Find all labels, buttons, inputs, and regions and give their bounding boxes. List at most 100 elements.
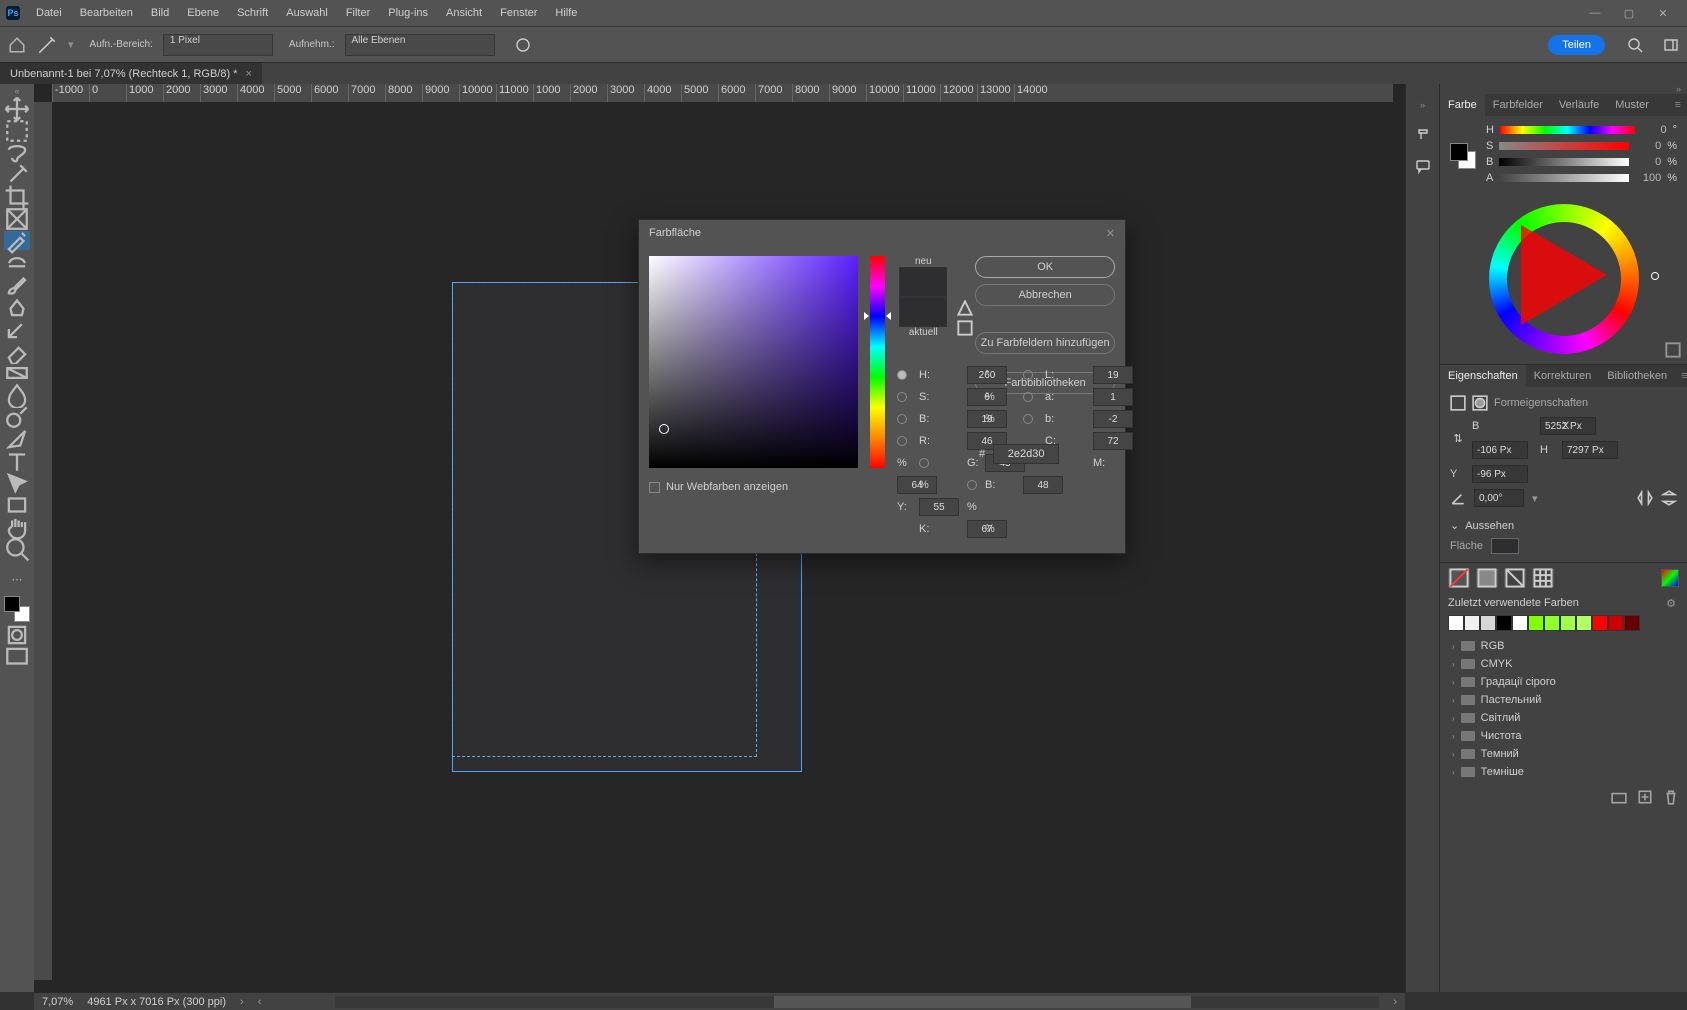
quick-mask-icon[interactable] (4, 625, 30, 644)
chevron-down-icon[interactable]: ⌄ (1450, 519, 1459, 532)
g-radio[interactable] (919, 458, 929, 468)
fill-color-swatch[interactable] (1491, 538, 1519, 554)
home-icon[interactable] (8, 36, 26, 54)
recent-swatch[interactable] (1512, 615, 1528, 631)
tab-korrekturen[interactable]: Korrekturen (1526, 365, 1599, 387)
menu-fenster[interactable]: Fenster (492, 3, 545, 23)
link-wh-icon[interactable]: ⇅ (1450, 430, 1466, 446)
angle-input[interactable] (1474, 489, 1524, 507)
docinfo-chevron-icon[interactable]: › (240, 996, 244, 1008)
menu-plugins[interactable]: Plug-ins (380, 3, 436, 23)
hand-tool-icon[interactable] (4, 517, 30, 536)
recent-swatch[interactable] (1480, 615, 1496, 631)
recent-swatch[interactable] (1496, 615, 1512, 631)
eyedropper-tool-icon[interactable] (4, 231, 30, 250)
brush-tool-icon[interactable] (4, 275, 30, 294)
window-minimize-icon[interactable]: — (1587, 5, 1603, 21)
menu-hilfe[interactable]: Hilfe (547, 3, 585, 23)
trash-icon[interactable] (1663, 789, 1679, 805)
hue-slider[interactable] (870, 256, 886, 468)
cancel-button[interactable]: Abbrechen (975, 284, 1115, 306)
marquee-tool-icon[interactable] (4, 121, 30, 140)
recent-swatch[interactable] (1544, 615, 1560, 631)
zoom-level[interactable]: 7,07% (42, 996, 73, 1008)
bb-input[interactable] (1023, 476, 1063, 494)
ok-button[interactable]: OK (975, 256, 1115, 278)
menu-datei[interactable]: Datei (28, 3, 70, 23)
menu-bild[interactable]: Bild (143, 3, 177, 23)
flip-h-icon[interactable] (1637, 490, 1653, 506)
frame-tool-icon[interactable] (4, 209, 30, 228)
menu-schrift[interactable]: Schrift (229, 3, 276, 23)
path-select-tool-icon[interactable] (4, 473, 30, 492)
c-input[interactable] (1093, 432, 1133, 450)
swatch-folder-item[interactable]: ›Чистота (1448, 727, 1679, 745)
saturation-value-field[interactable] (649, 256, 858, 468)
dodge-tool-icon[interactable] (4, 407, 30, 426)
h-slider[interactable] (1500, 126, 1635, 134)
a-input[interactable] (1093, 388, 1133, 406)
recent-swatch[interactable] (1624, 615, 1640, 631)
window-close-icon[interactable]: ✕ (1655, 5, 1671, 21)
l-radio[interactable] (1023, 370, 1033, 380)
recent-swatch[interactable] (1560, 615, 1576, 631)
color-picker-button-icon[interactable] (1661, 569, 1679, 587)
window-maximize-icon[interactable]: ▢ (1621, 5, 1637, 21)
h-radio[interactable] (897, 370, 907, 380)
gamut-warning-icon[interactable] (957, 300, 973, 316)
zoom-tool-icon[interactable] (4, 539, 30, 558)
new-swatch-icon[interactable] (1637, 789, 1653, 805)
current-tool-icon[interactable] (36, 34, 58, 56)
swatch-folder-item[interactable]: ›Світлий (1448, 709, 1679, 727)
fill-solid-icon[interactable] (1476, 569, 1498, 587)
fill-pattern-icon[interactable] (1532, 569, 1554, 587)
gear-icon[interactable]: ⚙ (1663, 595, 1679, 611)
rectangle-tool-icon[interactable] (4, 495, 30, 514)
flip-v-icon[interactable] (1661, 490, 1677, 506)
fill-none-icon[interactable] (1448, 569, 1470, 587)
sample-layers-dropdown[interactable]: Alle Ebenen (345, 34, 495, 56)
menu-filter[interactable]: Filter (338, 3, 378, 23)
l-input[interactable] (1093, 366, 1133, 384)
b-input[interactable] (1093, 410, 1133, 428)
tab-muster[interactable]: Muster (1607, 94, 1657, 116)
pen-tool-icon[interactable] (4, 429, 30, 448)
web-colors-checkbox[interactable] (649, 482, 660, 493)
search-icon[interactable] (1627, 37, 1643, 53)
move-tool-icon[interactable] (4, 99, 30, 118)
comments-icon[interactable] (1415, 158, 1431, 174)
recent-swatch[interactable] (1448, 615, 1464, 631)
color-wheel[interactable] (1440, 194, 1687, 364)
tab-bibliotheken[interactable]: Bibliotheken (1599, 365, 1675, 387)
recent-swatch[interactable] (1592, 615, 1608, 631)
tab-verlaeufe[interactable]: Verläufe (1551, 94, 1607, 116)
shape-pixel-icon[interactable] (1450, 395, 1466, 411)
panel-menu-icon[interactable]: ≡ (1669, 99, 1687, 111)
s-radio[interactable] (897, 392, 907, 402)
gradient-tool-icon[interactable] (4, 363, 30, 382)
ruler-vertical[interactable] (34, 102, 52, 980)
history-brush-tool-icon[interactable] (4, 319, 30, 338)
tab-eigenschaften[interactable]: Eigenschaften (1440, 365, 1526, 387)
hex-input[interactable] (993, 444, 1059, 464)
b-slider[interactable] (1499, 158, 1629, 166)
websafe-warning-icon[interactable] (957, 320, 973, 336)
panel-menu-icon[interactable]: ≡ (1675, 370, 1687, 382)
menu-ebene[interactable]: Ebene (179, 3, 227, 23)
tab-farbfelder[interactable]: Farbfelder (1485, 94, 1551, 116)
swatch-folder-item[interactable]: ›Темний (1448, 745, 1679, 763)
dialog-close-icon[interactable]: ✕ (1106, 227, 1115, 240)
quick-select-tool-icon[interactable] (4, 165, 30, 184)
type-tool-icon[interactable] (4, 451, 30, 470)
panel-fg-bg-swatches[interactable] (1450, 143, 1476, 169)
add-to-swatches-button[interactable]: Zu Farbfeldern hinzufügen (975, 332, 1115, 354)
recent-swatch[interactable] (1608, 615, 1624, 631)
recent-swatch[interactable] (1528, 615, 1544, 631)
s-slider[interactable] (1499, 142, 1629, 150)
foreground-background-swatches[interactable] (4, 596, 30, 622)
screen-mode-icon[interactable] (4, 647, 30, 666)
panel-collapse-icon[interactable]: » (1440, 84, 1687, 94)
menu-auswahl[interactable]: Auswahl (278, 3, 336, 23)
document-info[interactable]: 4961 Px x 7016 Px (300 ppi) (87, 996, 226, 1008)
sample-ring-icon[interactable] (515, 37, 531, 53)
